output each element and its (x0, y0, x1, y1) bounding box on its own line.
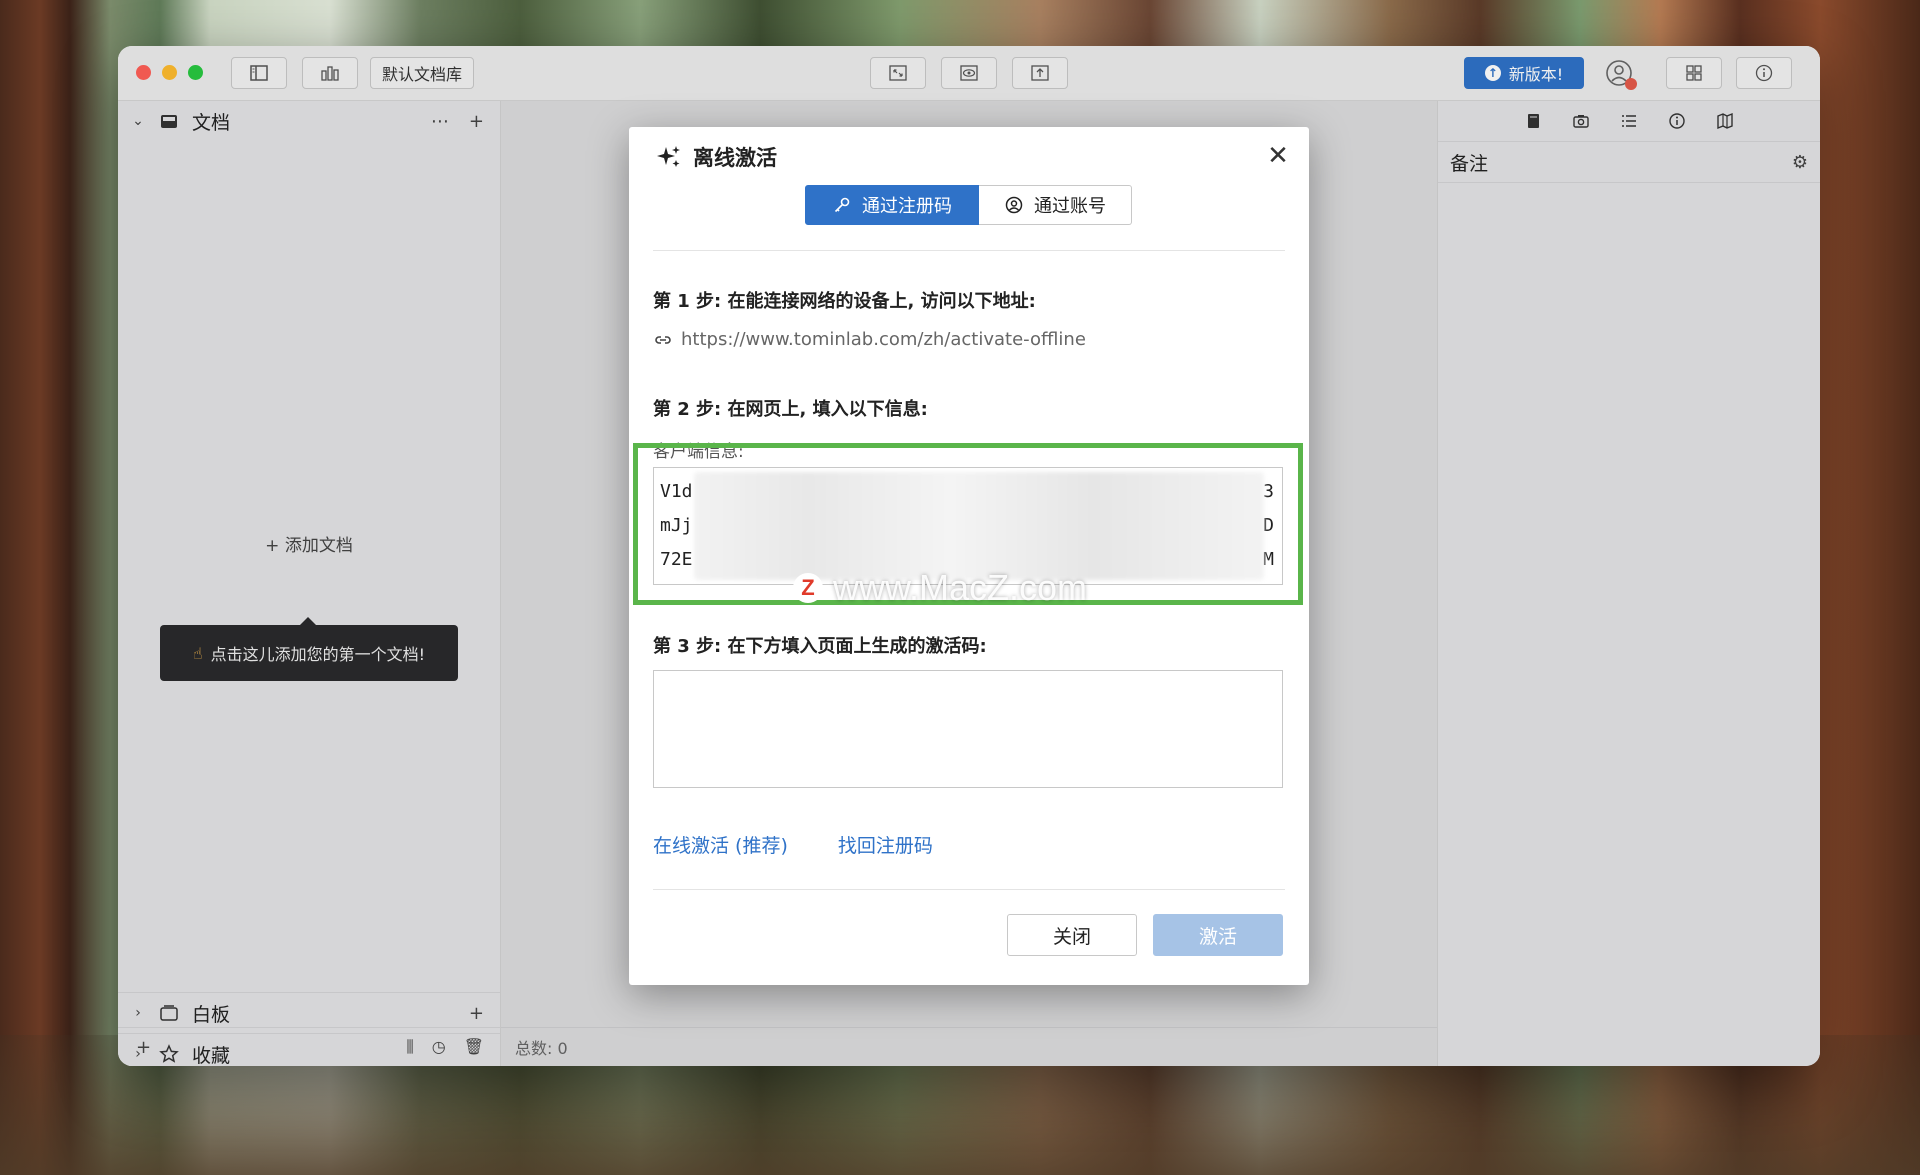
activation-method-tabs: 通过注册码 通过账号 (805, 185, 1132, 225)
link-icon (655, 335, 671, 344)
step-1-text: 第 1 步: 在能连接网络的设备上, 访问以下地址: (653, 291, 1036, 312)
activation-url[interactable]: https://www.tominlab.com/zh/activate-off… (653, 329, 1086, 350)
tab-registration-code[interactable]: 通过注册码 (805, 185, 979, 225)
tab-registration-code-label: 通过注册码 (862, 196, 952, 217)
watermark-text: www.MacZ.com (833, 567, 1088, 608)
close-button[interactable]: 关闭 (1007, 914, 1137, 956)
online-activate-link[interactable]: 在线激活 (推荐) (653, 831, 788, 858)
activate-button[interactable]: 激活 (1153, 914, 1283, 956)
dialog-title-text: 离线激活 (693, 146, 777, 170)
step-3-text: 第 3 步: 在下方填入页面上生成的激活码: (653, 636, 987, 657)
activation-url-text[interactable]: https://www.tominlab.com/zh/activate-off… (681, 329, 1086, 350)
tab-account-label: 通过账号 (1034, 196, 1106, 217)
divider (653, 250, 1285, 251)
activation-code-input[interactable] (653, 670, 1283, 788)
watermark: Z www.MacZ.com (793, 567, 1087, 609)
dialog-title: 离线激活 (655, 141, 777, 173)
offline-activation-dialog: 离线激活 ✕ 通过注册码 通过账号 第 1 步: 在能连接网络的设备上, 访问以… (629, 127, 1309, 985)
tab-account[interactable]: 通过账号 (979, 185, 1132, 225)
dialog-links: 在线激活 (推荐) 找回注册码 (653, 831, 933, 858)
divider (653, 889, 1285, 890)
z-logo-icon: Z (793, 573, 823, 603)
sparkle-icon (657, 146, 680, 167)
close-icon[interactable]: ✕ (1263, 141, 1293, 171)
user-circle-icon (1005, 196, 1023, 214)
step-2-text: 第 2 步: 在网页上, 填入以下信息: (653, 399, 928, 420)
key-icon (834, 197, 850, 213)
retrieve-code-link[interactable]: 找回注册码 (838, 831, 933, 858)
